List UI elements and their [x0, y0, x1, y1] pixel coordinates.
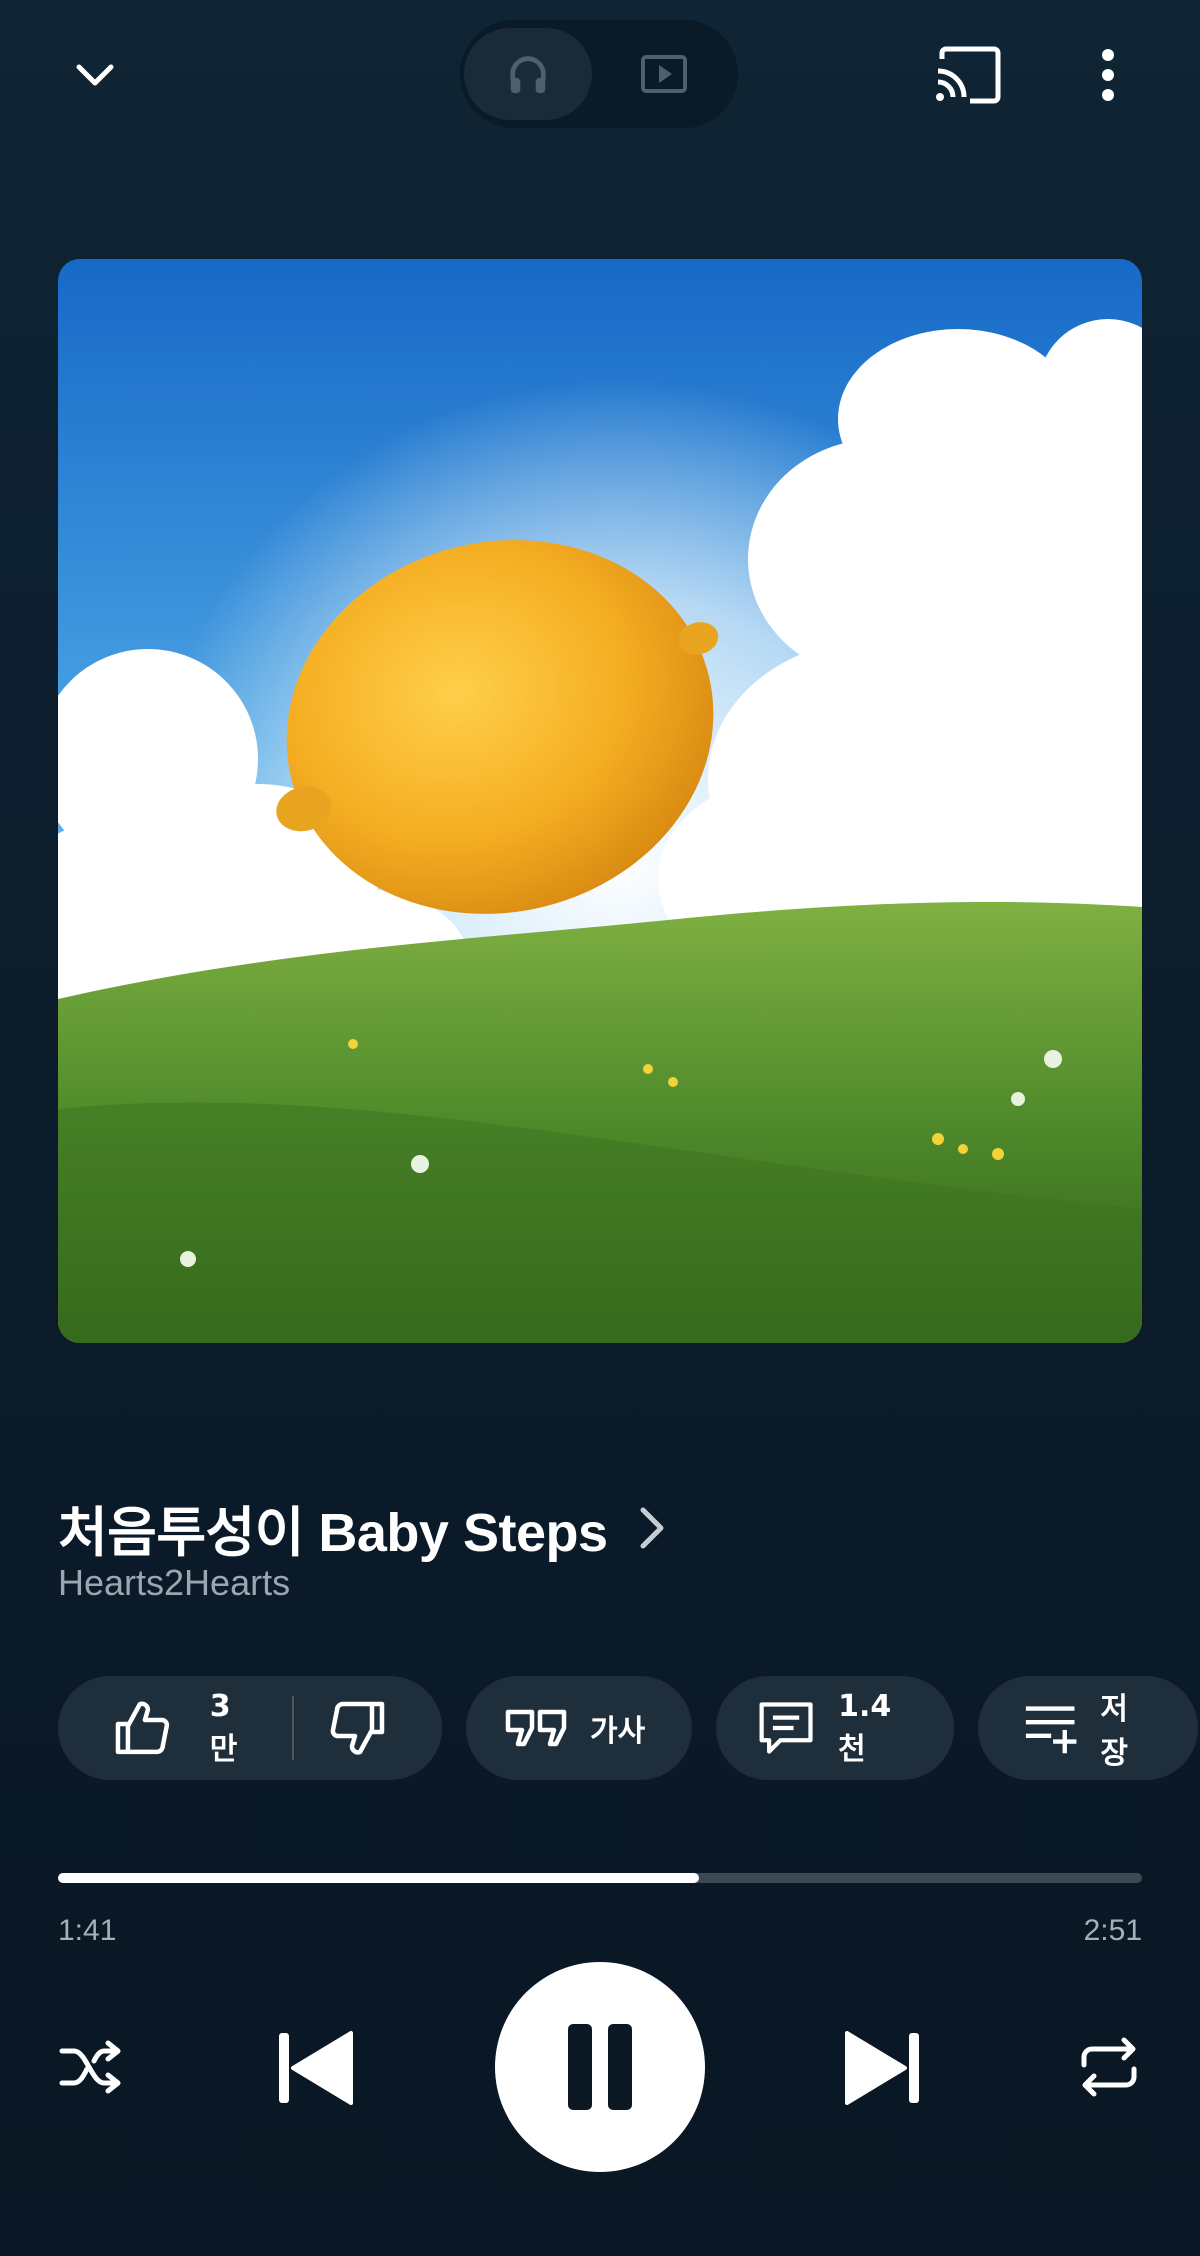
shuffle-icon [59, 2040, 121, 2094]
chevron-down-icon [76, 64, 114, 86]
album-artwork [58, 259, 1142, 1343]
lyrics-chip[interactable]: 가사 [466, 1676, 692, 1780]
action-chips: 3만 가사 1.4천 저장 [58, 1676, 1198, 1780]
pause-icon [568, 2024, 632, 2110]
skip-next-icon [845, 2031, 919, 2105]
now-playing-screen: 처음투성이 Baby Steps Hearts2Hearts 3만 가사 1.4… [0, 0, 1200, 2256]
chevron-right-icon[interactable] [638, 1505, 666, 1551]
dislike-button[interactable] [328, 1698, 388, 1758]
video-icon [641, 55, 687, 93]
current-time: 1:41 [58, 1914, 117, 1947]
more-options-button[interactable] [1090, 40, 1126, 110]
previous-button[interactable] [272, 2028, 358, 2108]
skip-previous-icon [279, 2031, 353, 2105]
lyrics-label: 가사 [590, 1714, 646, 1749]
playback-controls [0, 1962, 1200, 2172]
progress-fill [58, 1873, 699, 1883]
comments-count: 1.4천 [838, 1688, 892, 1767]
pause-button[interactable] [495, 1962, 705, 2172]
audio-video-toggle[interactable] [460, 20, 738, 128]
more-vert-icon [1102, 49, 1114, 101]
save-label: 저장 [1100, 1692, 1128, 1771]
track-title-row[interactable]: 처음투성이 Baby Steps [58, 1488, 666, 1567]
like-dislike-chip: 3만 [58, 1676, 442, 1780]
artist-name[interactable]: Hearts2Hearts [58, 1562, 290, 1604]
collapse-button[interactable] [60, 40, 130, 110]
top-bar [0, 0, 1200, 150]
playlist-add-icon [1025, 1706, 1077, 1754]
next-button[interactable] [840, 2028, 926, 2108]
track-title[interactable]: 처음투성이 Baby Steps [58, 1488, 608, 1567]
like-button[interactable]: 3만 [112, 1689, 258, 1768]
thumbs-down-icon [330, 1701, 385, 1755]
comment-icon [759, 1702, 813, 1754]
progress-bar[interactable] [58, 1873, 1142, 1883]
cast-icon [936, 46, 1001, 104]
toggle-video[interactable] [600, 28, 728, 120]
like-count: 3만 [209, 1688, 238, 1767]
shuffle-button[interactable] [56, 2032, 126, 2102]
cast-button[interactable] [930, 40, 1004, 110]
comments-chip[interactable]: 1.4천 [716, 1676, 954, 1780]
repeat-icon [1081, 2037, 1137, 2097]
repeat-button[interactable] [1074, 2032, 1144, 2102]
headphones-icon [510, 56, 546, 94]
chip-divider [292, 1696, 294, 1760]
save-chip[interactable]: 저장 [978, 1676, 1198, 1780]
quote-icon [505, 1709, 567, 1747]
thumbs-up-icon [115, 1701, 170, 1755]
toggle-audio[interactable] [464, 28, 592, 120]
total-time: 2:51 [1083, 1914, 1142, 1947]
